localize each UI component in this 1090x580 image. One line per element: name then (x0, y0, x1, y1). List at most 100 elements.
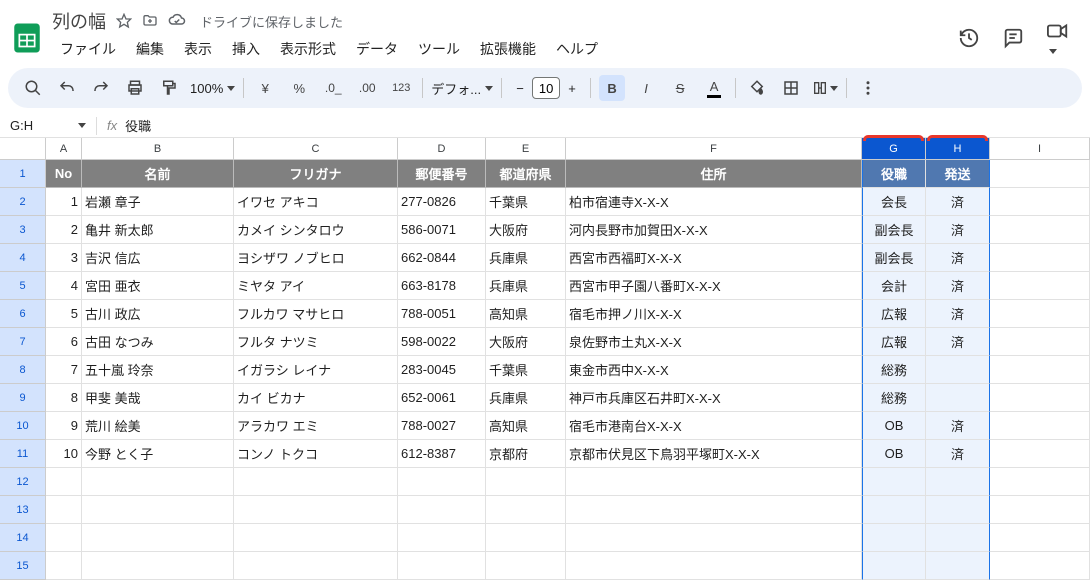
cell-furigana-3[interactable]: カメイ シンタロウ (234, 216, 398, 244)
cell-no-6[interactable]: 5 (46, 300, 82, 328)
increase-decimal-button[interactable]: .00 (354, 75, 380, 101)
cell-name-6[interactable]: 古川 政広 (82, 300, 234, 328)
cell-C12[interactable] (234, 468, 398, 496)
cell-B14[interactable] (82, 524, 234, 552)
cell-role-11[interactable]: OB (862, 440, 926, 468)
row-header-5[interactable]: 5 (0, 272, 46, 300)
header-pref[interactable]: 都道府県 (486, 160, 566, 188)
cell-I15[interactable] (990, 552, 1090, 580)
cell-I2[interactable] (990, 188, 1090, 216)
cell-ship-7[interactable]: 済 (926, 328, 990, 356)
cell-I7[interactable] (990, 328, 1090, 356)
cell-G12[interactable] (862, 468, 926, 496)
cell-no-11[interactable]: 10 (46, 440, 82, 468)
cell-no-7[interactable]: 6 (46, 328, 82, 356)
cell-ship-3[interactable]: 済 (926, 216, 990, 244)
menu-データ[interactable]: データ (348, 36, 406, 62)
cell-ship-6[interactable]: 済 (926, 300, 990, 328)
cell-role-3[interactable]: 副会長 (862, 216, 926, 244)
font-size-decrease[interactable]: − (510, 78, 530, 98)
row-header-1[interactable]: 1 (0, 160, 46, 188)
cell-addr-5[interactable]: 西宮市甲子園八番町X-X-X (566, 272, 862, 300)
cell-furigana-8[interactable]: イガラシ レイナ (234, 356, 398, 384)
row-header-11[interactable]: 11 (0, 440, 46, 468)
cell-ship-11[interactable]: 済 (926, 440, 990, 468)
cell-A13[interactable] (46, 496, 82, 524)
cell-furigana-7[interactable]: フルタ ナツミ (234, 328, 398, 356)
comment-icon[interactable] (1002, 27, 1024, 49)
cell-addr-9[interactable]: 神戸市兵庫区石井町X-X-X (566, 384, 862, 412)
row-header-2[interactable]: 2 (0, 188, 46, 216)
cell-role-4[interactable]: 副会長 (862, 244, 926, 272)
cell-I12[interactable] (990, 468, 1090, 496)
cell-addr-10[interactable]: 宿毛市港南台X-X-X (566, 412, 862, 440)
cell-D15[interactable] (398, 552, 486, 580)
cell-I9[interactable] (990, 384, 1090, 412)
header-name[interactable]: 名前 (82, 160, 234, 188)
header-furigana[interactable]: フリガナ (234, 160, 398, 188)
cell-D14[interactable] (398, 524, 486, 552)
cell-A12[interactable] (46, 468, 82, 496)
header-ship[interactable]: 発送 (926, 160, 990, 188)
cell-pref-4[interactable]: 兵庫県 (486, 244, 566, 272)
currency-button[interactable]: ¥ (252, 75, 278, 101)
cell-ship-8[interactable] (926, 356, 990, 384)
undo-button[interactable] (54, 75, 80, 101)
row-header-10[interactable]: 10 (0, 412, 46, 440)
borders-button[interactable] (778, 75, 804, 101)
menu-ファイル[interactable]: ファイル (52, 36, 124, 62)
cell-A15[interactable] (46, 552, 82, 580)
cell-H12[interactable] (926, 468, 990, 496)
strike-button[interactable]: S (667, 75, 693, 101)
cell-pref-2[interactable]: 千葉県 (486, 188, 566, 216)
cloud-icon[interactable] (168, 12, 186, 30)
cell-D12[interactable] (398, 468, 486, 496)
cell-ship-4[interactable]: 済 (926, 244, 990, 272)
cell-addr-3[interactable]: 河内長野市加賀田X-X-X (566, 216, 862, 244)
cell-I14[interactable] (990, 524, 1090, 552)
row-header-8[interactable]: 8 (0, 356, 46, 384)
row-header-3[interactable]: 3 (0, 216, 46, 244)
cell-F13[interactable] (566, 496, 862, 524)
column-header-E[interactable]: E (486, 138, 566, 159)
column-header-G[interactable]: G (862, 138, 926, 159)
paint-format-button[interactable] (156, 75, 182, 101)
cell-E15[interactable] (486, 552, 566, 580)
font-size-input[interactable] (532, 77, 560, 99)
row-header-4[interactable]: 4 (0, 244, 46, 272)
cell-E13[interactable] (486, 496, 566, 524)
cell-E12[interactable] (486, 468, 566, 496)
column-header-A[interactable]: A (46, 138, 82, 159)
cell-D13[interactable] (398, 496, 486, 524)
row-header-15[interactable]: 15 (0, 552, 46, 580)
redo-button[interactable] (88, 75, 114, 101)
menu-ヘルプ[interactable]: ヘルプ (548, 36, 606, 62)
font-select[interactable]: デフォ... (431, 79, 493, 98)
cell-addr-7[interactable]: 泉佐野市土丸X-X-X (566, 328, 862, 356)
search-icon[interactable] (20, 75, 46, 101)
cell-pref-11[interactable]: 京都府 (486, 440, 566, 468)
history-icon[interactable] (958, 27, 980, 49)
cell-name-3[interactable]: 亀井 新太郎 (82, 216, 234, 244)
cell-F15[interactable] (566, 552, 862, 580)
document-title[interactable]: 列の幅 (52, 8, 106, 34)
move-icon[interactable] (142, 13, 158, 29)
star-icon[interactable] (116, 13, 132, 29)
select-all-corner[interactable] (0, 138, 46, 159)
cell-addr-8[interactable]: 東金市西中X-X-X (566, 356, 862, 384)
row-header-14[interactable]: 14 (0, 524, 46, 552)
percent-button[interactable]: % (286, 75, 312, 101)
cell-zip-10[interactable]: 788-0027 (398, 412, 486, 440)
row-header-6[interactable]: 6 (0, 300, 46, 328)
cell-pref-3[interactable]: 大阪府 (486, 216, 566, 244)
cell-zip-6[interactable]: 788-0051 (398, 300, 486, 328)
cell-G14[interactable] (862, 524, 926, 552)
menu-ツール[interactable]: ツール (410, 36, 468, 62)
cell-I10[interactable] (990, 412, 1090, 440)
column-header-C[interactable]: C (234, 138, 398, 159)
cell-A14[interactable] (46, 524, 82, 552)
cell-pref-6[interactable]: 高知県 (486, 300, 566, 328)
cell-zip-5[interactable]: 663-8178 (398, 272, 486, 300)
cell-zip-9[interactable]: 652-0061 (398, 384, 486, 412)
text-color-button[interactable]: A (701, 75, 727, 101)
